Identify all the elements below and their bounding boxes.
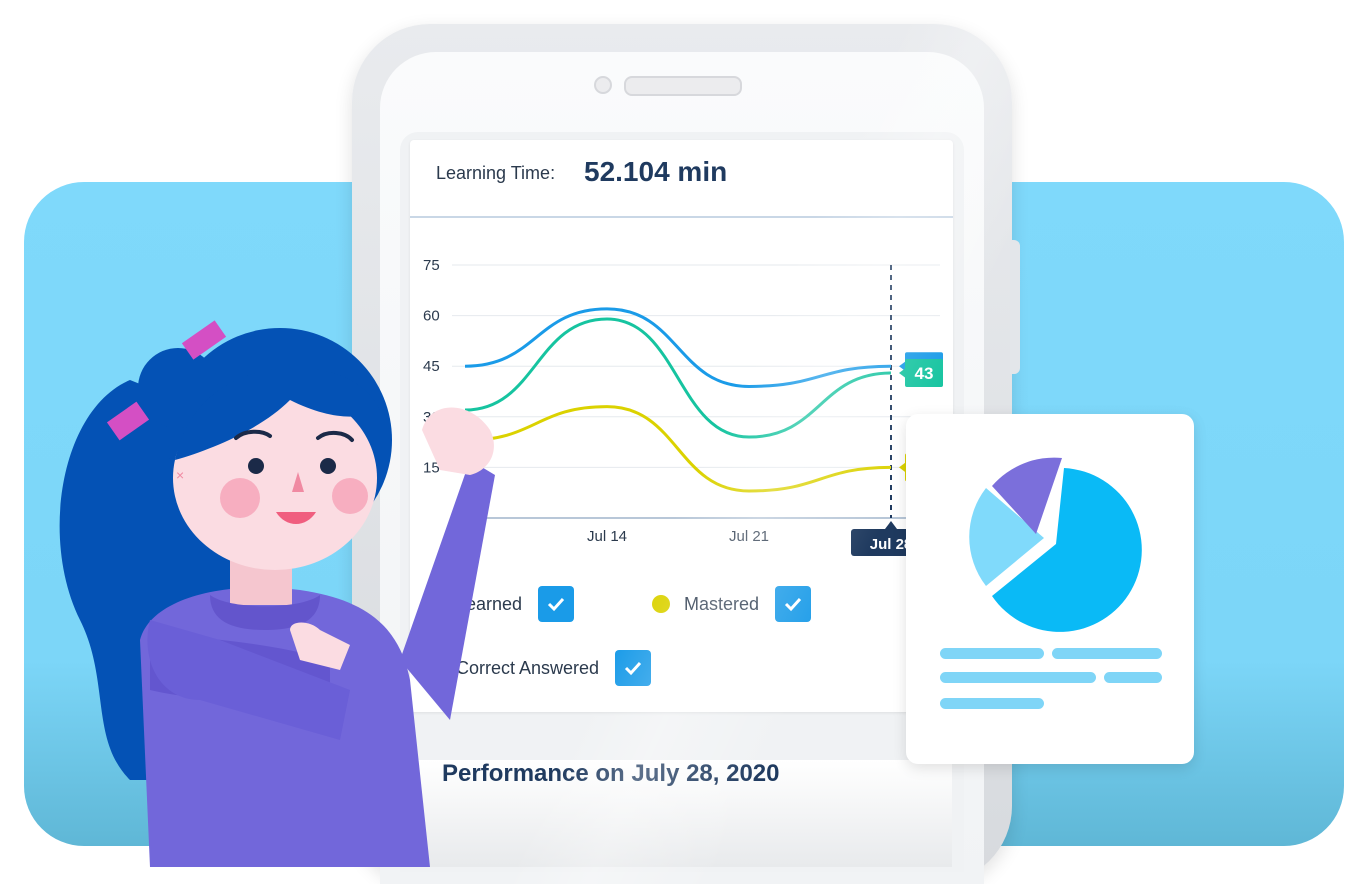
- highlight-x-pointer: [885, 521, 897, 529]
- series-line: [464, 317, 892, 439]
- legend-mastered[interactable]: Mastered: [652, 586, 812, 622]
- report-text-bar: [1104, 672, 1162, 683]
- report-text-bar: [1052, 648, 1162, 659]
- girl-illustration: ×: [59, 320, 495, 867]
- report-text-bar: [940, 698, 1044, 709]
- report-card: [906, 414, 1194, 764]
- mastered-checkbox[interactable]: [775, 586, 812, 622]
- x-tick-label: Jul 14: [587, 528, 627, 545]
- x-tick-label: Jul 21: [729, 528, 769, 545]
- learned-checkbox[interactable]: [538, 586, 575, 622]
- report-text-bar: [940, 672, 1096, 683]
- y-tick-label: 75: [423, 257, 440, 274]
- pie-chart-icon: [969, 457, 1142, 632]
- check-icon: [548, 597, 565, 612]
- check-icon: [784, 597, 802, 612]
- correct-answered-checkbox[interactable]: [615, 650, 652, 686]
- mastered-dot: [652, 595, 670, 613]
- series-line: [464, 405, 892, 493]
- report-text-bar: [940, 648, 1044, 659]
- end-tag-label: 43: [915, 364, 934, 383]
- legend-label-mastered: Mastered: [684, 593, 760, 614]
- svg-text:×: ×: [176, 467, 184, 483]
- check-icon: [625, 661, 642, 676]
